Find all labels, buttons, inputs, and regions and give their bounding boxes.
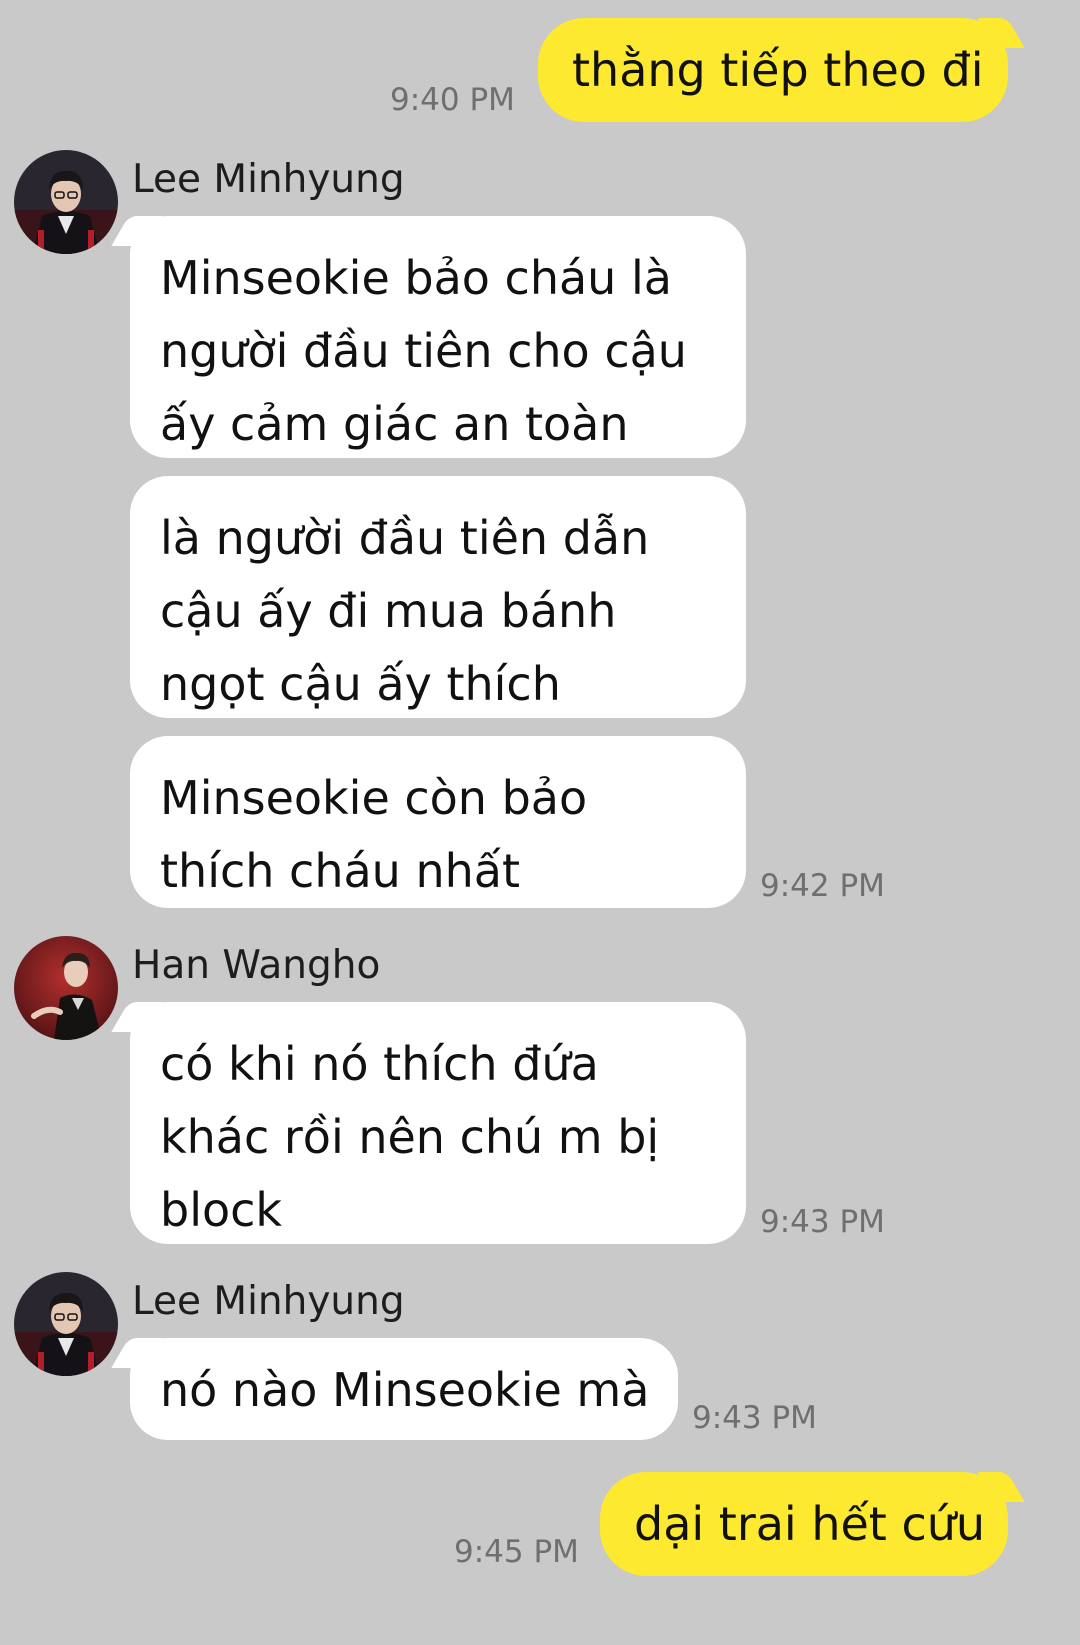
message-time: 9:42 PM [760,868,885,904]
message-line: block [160,1183,283,1237]
sender-name: Lee Minhyung [132,1279,405,1324]
message-line: người đầu tiên cho cậu [160,324,687,378]
message-line: ngọt cậu ấy thích [160,657,561,711]
incoming-message-bubble[interactable]: là người đầu tiên dẫn cậu ấy đi mua bánh… [130,476,746,718]
message-line: cậu ấy đi mua bánh [160,584,617,638]
message-text: dại trai hết cứu [634,1497,986,1551]
sender-name: Han Wangho [132,943,381,988]
avatar-lee-minhyung[interactable] [14,150,118,254]
avatar-han-wangho[interactable] [14,936,118,1040]
message-line: nó nào Minseokie mà [160,1363,650,1417]
profile-photo-icon [14,150,118,254]
message-time: 9:45 PM [454,1534,579,1570]
message-line: có khi nó thích đứa [160,1037,599,1091]
incoming-message-bubble[interactable]: nó nào Minseokie mà [130,1338,678,1440]
message-text: thằng tiếp theo đi [572,43,984,97]
message-line: Minseokie bảo cháu là [160,251,672,305]
message-time: 9:43 PM [692,1400,817,1436]
incoming-message-bubble[interactable]: có khi nó thích đứa khác rồi nên chú m b… [130,1002,746,1244]
profile-photo-icon [14,936,118,1040]
message-line: khác rồi nên chú m bị [160,1110,660,1164]
incoming-message-bubble[interactable]: Minseokie còn bảo thích cháu nhất [130,736,746,908]
outgoing-message-bubble[interactable]: dại trai hết cứu [600,1472,1008,1576]
message-line: ấy cảm giác an toàn [160,397,629,451]
outgoing-message-bubble[interactable]: thằng tiếp theo đi [538,18,1008,122]
avatar-lee-minhyung[interactable] [14,1272,118,1376]
profile-photo-icon [14,1272,118,1376]
message-line: thích cháu nhất [160,844,520,898]
incoming-message-bubble[interactable]: Minseokie bảo cháu là người đầu tiên cho… [130,216,746,458]
sender-name: Lee Minhyung [132,157,405,202]
message-line: Minseokie còn bảo [160,771,588,825]
message-line: là người đầu tiên dẫn [160,511,650,565]
message-time: 9:40 PM [390,82,515,118]
chat-view: 9:40 PM thằng tiếp theo đi Lee Minhyung … [0,0,1080,1645]
message-time: 9:43 PM [760,1204,885,1240]
